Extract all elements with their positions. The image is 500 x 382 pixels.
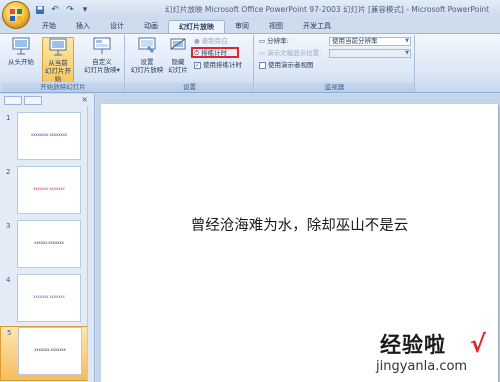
group-label-monitors: 监视器: [255, 82, 414, 92]
presenter-view-checkbox[interactable]: 使用演示者视图: [259, 61, 314, 70]
from-beginning-label: 从头开始: [8, 58, 34, 66]
thumbnail: XXXXXXXX XXXXXXXX: [17, 112, 81, 160]
from-current-slide-button[interactable]: 从当前 幻灯片开始: [42, 37, 74, 84]
tab-developer[interactable]: 开发工具: [293, 20, 341, 33]
record-narration-label: 录制旁白: [201, 37, 228, 45]
custom-show-icon: [93, 37, 111, 54]
resolution-row: ▭ 分辨率:: [259, 37, 289, 46]
hide-slide-button[interactable]: 隐藏 幻灯片: [164, 37, 192, 74]
thumbnail-text: XXXXXXX XXXXXXX: [33, 295, 65, 299]
undo-icon[interactable]: ↶: [49, 4, 61, 16]
office-button[interactable]: [2, 1, 30, 29]
setup-show-icon: [138, 37, 156, 53]
from-current-label-2: 幻灯片开始: [45, 67, 71, 83]
use-rehearsed-label: 使用排练计时: [203, 61, 242, 69]
more-icon[interactable]: ▾: [79, 4, 91, 16]
watermark-check-icon: √: [470, 330, 487, 358]
slideshow-current-icon: [49, 38, 67, 56]
group-setup: 设置 幻灯片放映 隐藏 幻灯片 ● 录制旁白 ⏱ 排练计时 ✓ 使用排练计时 设…: [126, 35, 254, 92]
group-label-start-show: 开始放映幻灯片: [2, 82, 124, 92]
slide-thumbnail-2[interactable]: 2 XXXXXXX XXXXXXX: [0, 166, 88, 221]
rehearse-timings-highlight: [191, 47, 239, 58]
resolution-value: 使用当前分辨率: [332, 37, 378, 45]
thumbnail-text: XXXXXXX XXXXXXX: [33, 187, 65, 191]
presenter-view-label: 使用演示者视图: [268, 61, 314, 69]
show-on-dropdown[interactable]: ▼: [329, 49, 411, 58]
from-beginning-button[interactable]: 从头开始: [6, 37, 36, 66]
watermark: 经验啦 √ jingyanla.com: [352, 328, 497, 380]
thumbnail: XXXXXXX XXXXXXX: [18, 327, 82, 375]
slide-thumbnail-4[interactable]: 4 XXXXXXX XXXXXXX: [0, 274, 88, 329]
tab-slide-show[interactable]: 幻灯片放映: [168, 20, 225, 33]
custom-show-label-2: 幻灯片放映▾: [84, 66, 120, 74]
resolution-dropdown[interactable]: 使用当前分辨率 ▼: [329, 37, 411, 46]
thumbnail-text: XXXXXX XXXXXXX: [34, 241, 64, 245]
show-on-row: ▭ 演示文稿显示位置:: [259, 49, 321, 58]
setup-show-label-2: 幻灯片放映: [130, 66, 164, 74]
custom-slide-show-button[interactable]: 自定义 幻灯片放映▾: [82, 37, 122, 74]
from-current-label-1: 从当前: [48, 59, 68, 67]
group-label-setup: 设置: [126, 82, 253, 92]
slide-number: 3: [6, 222, 11, 230]
thumbnail-text: XXXXXXX XXXXXXX: [34, 348, 66, 352]
dropdown-arrow-icon: ▼: [405, 38, 409, 44]
ribbon-tabs: 开始 插入 设计 动画 幻灯片放映 审阅 视图 开发工具: [32, 20, 341, 33]
tab-home[interactable]: 开始: [32, 20, 66, 33]
slide-number: 1: [6, 114, 11, 122]
slides-panel: × 1 XXXXXXXX XXXXXXXX 2 XXXXXXX XXXXXXX …: [0, 94, 95, 382]
thumbnail-text: XXXXXXXX XXXXXXXX: [31, 133, 67, 137]
slide-main-text[interactable]: 曾经沧海难为水，除却巫山不是云: [101, 214, 498, 235]
slide-number: 4: [6, 276, 11, 284]
thumbnail: XXXXXX XXXXXXX: [17, 220, 81, 268]
thumbnail: XXXXXXX XXXXXXX: [17, 274, 81, 322]
monitor-icon: ▭: [259, 37, 266, 45]
title-bar: ↶ ↷ ▾ 幻灯片放映 Microsoft Office PowerPoint …: [0, 0, 500, 29]
group-monitors: ▭ 分辨率: 使用当前分辨率 ▼ ▭ 演示文稿显示位置: ▼ 使用演示者视图 监…: [255, 35, 415, 92]
use-rehearsed-timings-checkbox[interactable]: ✓ 使用排练计时: [194, 61, 242, 70]
watermark-url: jingyanla.com: [376, 359, 468, 374]
save-icon[interactable]: [34, 4, 46, 16]
slides-panel-scrollbar[interactable]: [87, 106, 94, 382]
dropdown-arrow-icon: ▼: [405, 50, 409, 56]
window-title: 幻灯片放映 Microsoft Office PowerPoint 97-200…: [165, 5, 490, 14]
close-icon[interactable]: ×: [81, 95, 88, 104]
slide-number: 5: [7, 329, 12, 337]
slide-thumbnail-5[interactable]: 5 XXXXXXX XXXXXXX: [0, 326, 88, 381]
group-start-slide-show: 从头开始 从当前 幻灯片开始 自定义 幻灯片放映▾ 开始放映幻灯片: [2, 35, 125, 92]
slide-number: 2: [6, 168, 11, 176]
tab-design[interactable]: 设计: [100, 20, 134, 33]
setup-show-label-1: 设置: [140, 58, 154, 66]
redo-icon[interactable]: ↷: [64, 4, 76, 16]
tab-view[interactable]: 视图: [259, 20, 293, 33]
outline-tab[interactable]: [24, 96, 42, 105]
resolution-label: 分辨率:: [267, 37, 289, 45]
tab-animations[interactable]: 动画: [134, 20, 168, 33]
slide-thumbnail-3[interactable]: 3 XXXXXX XXXXXXX: [0, 220, 88, 275]
custom-show-label-1: 自定义: [92, 58, 112, 66]
hide-slide-icon: [170, 38, 186, 50]
slideshow-screen-icon: [12, 37, 30, 55]
quick-access-toolbar: ↶ ↷ ▾: [34, 3, 91, 17]
powerpoint-window: ↶ ↷ ▾ 幻灯片放映 Microsoft Office PowerPoint …: [0, 0, 500, 382]
office-logo-icon: [10, 9, 22, 21]
slides-tab[interactable]: [4, 96, 22, 105]
record-narration-button[interactable]: ● 录制旁白: [194, 37, 228, 46]
slide-thumbnail-1[interactable]: 1 XXXXXXXX XXXXXXXX: [0, 112, 88, 167]
microphone-icon: ●: [194, 37, 200, 45]
watermark-text: 经验啦: [380, 333, 446, 357]
monitor-icon: ▭: [259, 49, 266, 57]
show-on-label: 演示文稿显示位置:: [267, 49, 322, 57]
set-up-slide-show-button[interactable]: 设置 幻灯片放映: [130, 37, 164, 74]
tab-insert[interactable]: 插入: [66, 20, 100, 33]
ribbon: 从头开始 从当前 幻灯片开始 自定义 幻灯片放映▾ 开始放映幻灯片 设置 幻灯片…: [0, 33, 500, 93]
hide-slide-label-2: 幻灯片: [168, 66, 188, 74]
panel-tabs: [4, 96, 42, 106]
hide-slide-label-1: 隐藏: [171, 58, 185, 66]
checkbox-unchecked-icon: [259, 62, 266, 69]
checkbox-checked-icon: ✓: [194, 62, 201, 69]
thumbnail: XXXXXXX XXXXXXX: [17, 166, 81, 214]
tab-review[interactable]: 审阅: [225, 20, 259, 33]
